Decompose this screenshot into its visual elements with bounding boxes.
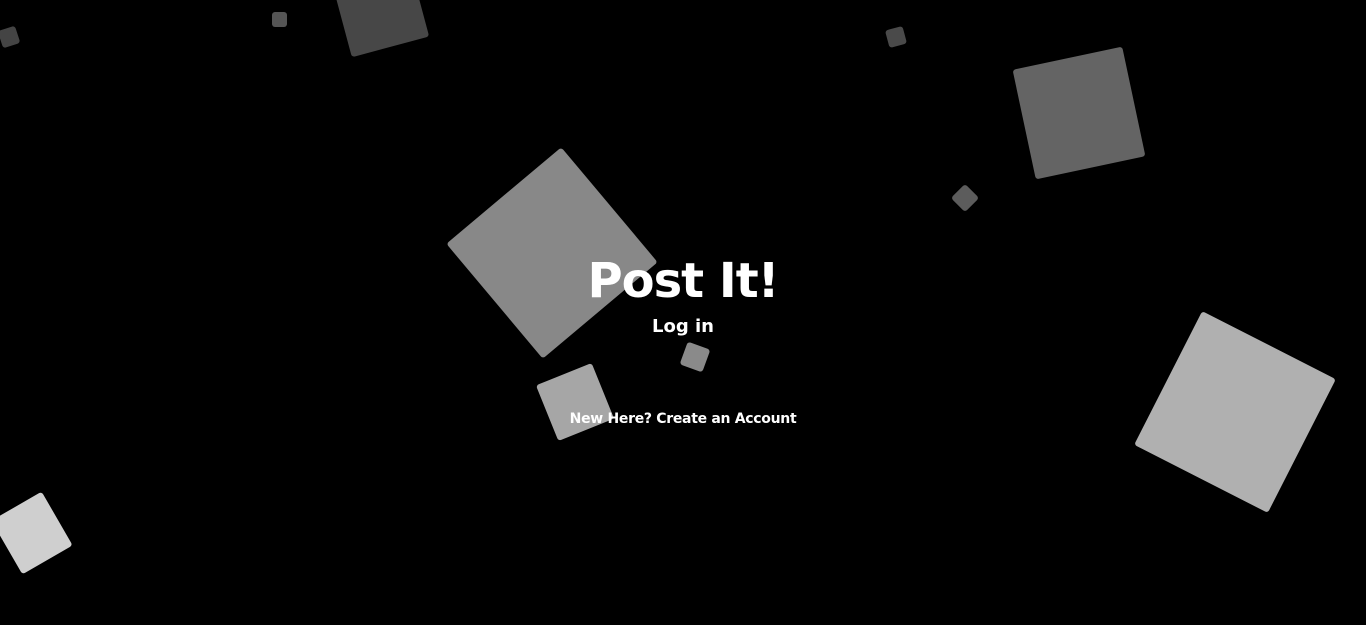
- create-account-label: New Here? Create an Account: [569, 411, 797, 427]
- login-label: Log in: [652, 316, 714, 337]
- create-account-link[interactable]: New Here? Create an Account: [0, 409, 1366, 429]
- login-link[interactable]: Log in: [0, 314, 1366, 340]
- login-landing: Post It! Log in New Here? Create an Acco…: [0, 0, 1366, 625]
- app-title: Post It!: [587, 253, 779, 309]
